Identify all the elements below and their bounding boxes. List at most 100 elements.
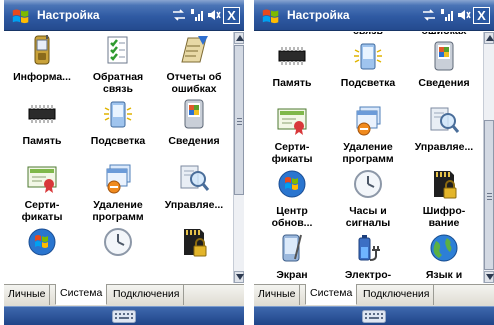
- scrollbar-thumb[interactable]: [234, 45, 244, 195]
- remove-programs-icon: [352, 104, 384, 136]
- settings-item[interactable]: Память: [4, 98, 80, 170]
- tab-bar: Личные Система Подключения: [4, 284, 244, 306]
- settings-item-label: Язык и стандарты: [416, 269, 472, 283]
- settings-item[interactable]: Удаление программ: [330, 104, 406, 176]
- settings-item[interactable]: Подсветка: [330, 40, 406, 112]
- settings-item[interactable]: Центр обнов...: [254, 168, 330, 240]
- settings-item[interactable]: Язык и стандарты: [406, 232, 482, 283]
- settings-item[interactable]: Электро- питание: [330, 232, 406, 283]
- scrollbar-thumb[interactable]: [484, 120, 494, 270]
- settings-item-label: Отчеты об ошибках: [166, 71, 222, 95]
- page-title: Настройка: [37, 8, 100, 22]
- tab-system[interactable]: Система: [305, 284, 358, 305]
- settings-item[interactable]: Управляе...: [406, 104, 482, 176]
- soft-key-bar: [254, 306, 494, 325]
- settings-item[interactable]: Память: [254, 40, 330, 112]
- page-title: Настройка: [287, 8, 350, 22]
- tab-system[interactable]: Система: [55, 284, 108, 305]
- settings-grid-viewport: Информа...Обратная связьОтчеты об ошибка…: [254, 32, 483, 283]
- about-info-icon: [428, 40, 460, 72]
- settings-item[interactable]: Серти- фикаты: [254, 104, 330, 176]
- settings-item[interactable]: Сведения: [156, 98, 232, 170]
- certificate-icon: [276, 104, 308, 136]
- settings-item-label: Управляе...: [164, 199, 224, 211]
- settings-item[interactable]: [156, 226, 232, 283]
- volume-muted-icon[interactable]: [207, 8, 221, 22]
- settings-item-label: Память: [22, 135, 62, 147]
- title-bar: Настройка X: [4, 0, 244, 31]
- memory-chip-icon: [26, 98, 58, 130]
- phone-screen-right: Настройка X Информа...Обратная связьОтчеты…: [254, 0, 494, 325]
- windows-start-icon[interactable]: [10, 5, 32, 25]
- screen-stylus-icon: [276, 232, 308, 264]
- settings-item[interactable]: [80, 226, 156, 283]
- scrollbar-grip: [237, 118, 242, 119]
- soft-key-bar: [4, 306, 244, 325]
- clock-icon: [352, 168, 384, 200]
- volume-muted-icon[interactable]: [457, 8, 471, 22]
- tab-personal[interactable]: Личные: [4, 285, 51, 305]
- phone-screen-left: Настройка X Информа... Обратная связь Отчеты…: [4, 0, 244, 325]
- keyboard-icon[interactable]: [362, 310, 386, 323]
- scroll-down-arrow-icon[interactable]: [234, 271, 244, 283]
- settings-item[interactable]: Серти- фикаты: [4, 162, 80, 234]
- windows-start-icon[interactable]: [260, 5, 282, 25]
- settings-item[interactable]: Информа...: [4, 34, 80, 106]
- title-bar: Настройка X: [254, 0, 494, 31]
- settings-item-label: Память: [272, 77, 312, 89]
- settings-item-label: Обратная связь: [92, 71, 144, 95]
- scroll-down-arrow-icon[interactable]: [484, 271, 494, 283]
- settings-item[interactable]: Обратная связь: [80, 34, 156, 106]
- scroll-up-arrow-icon[interactable]: [484, 32, 494, 44]
- settings-item-label: Экран: [276, 269, 308, 281]
- about-info-icon: [178, 98, 210, 130]
- tab-personal[interactable]: Личные: [254, 285, 301, 305]
- settings-item-label: Отчеты об ошибках: [406, 32, 482, 37]
- feedback-checklist-icon: [102, 34, 134, 66]
- scrollbar-grip: [487, 199, 492, 200]
- settings-item-label: Управляе...: [414, 141, 474, 153]
- clock-icon: [102, 226, 134, 258]
- memory-chip-icon: [276, 40, 308, 72]
- vertical-scrollbar[interactable]: [483, 32, 494, 283]
- settings-grid-viewport: Информа... Обратная связь Отчеты об ошибка…: [4, 32, 233, 283]
- globe-language-icon: [428, 232, 460, 264]
- scroll-up-arrow-icon[interactable]: [234, 32, 244, 44]
- signal-strength-icon[interactable]: [190, 8, 204, 22]
- backlight-icon: [102, 98, 134, 130]
- sd-card-lock-icon: [178, 226, 210, 258]
- scrollbar-grip: [487, 193, 492, 194]
- connectivity-icon[interactable]: [422, 8, 436, 22]
- settings-item[interactable]: Экран: [254, 232, 330, 283]
- connectivity-icon[interactable]: [172, 8, 186, 22]
- settings-item[interactable]: [4, 226, 80, 283]
- signal-strength-icon[interactable]: [440, 8, 454, 22]
- close-button[interactable]: X: [473, 7, 490, 24]
- settings-item[interactable]: Удаление программ: [80, 162, 156, 234]
- backlight-icon: [352, 40, 384, 72]
- settings-item[interactable]: Часы и сигналы: [330, 168, 406, 240]
- manage-search-icon: [178, 162, 210, 194]
- settings-item[interactable]: Сведения: [406, 40, 482, 112]
- certificate-icon: [26, 162, 58, 194]
- settings-item-label: Электро- питание: [344, 269, 392, 283]
- vertical-scrollbar[interactable]: [233, 32, 244, 283]
- settings-item-label: Центр обнов...: [271, 205, 313, 229]
- close-button[interactable]: X: [223, 7, 240, 24]
- sd-card-lock-icon: [428, 168, 460, 200]
- settings-item[interactable]: Отчеты об ошибках: [156, 34, 232, 106]
- tab-connections[interactable]: Подключения: [359, 285, 435, 305]
- settings-item-label: Подсветка: [340, 77, 396, 89]
- battery-power-icon: [352, 232, 384, 264]
- keyboard-icon[interactable]: [112, 310, 136, 323]
- tab-connections[interactable]: Подключения: [109, 285, 185, 305]
- settings-item-label: Сведения: [168, 135, 220, 147]
- error-report-icon: [178, 34, 210, 66]
- windows-update-icon: [26, 226, 58, 258]
- settings-item-label: Серти- фикаты: [271, 141, 313, 165]
- windows-update-icon: [276, 168, 308, 200]
- settings-item[interactable]: Управляе...: [156, 162, 232, 234]
- settings-item-label: Часы и сигналы: [345, 205, 391, 229]
- settings-item[interactable]: Шифро- вание: [406, 168, 482, 240]
- settings-item[interactable]: Подсветка: [80, 98, 156, 170]
